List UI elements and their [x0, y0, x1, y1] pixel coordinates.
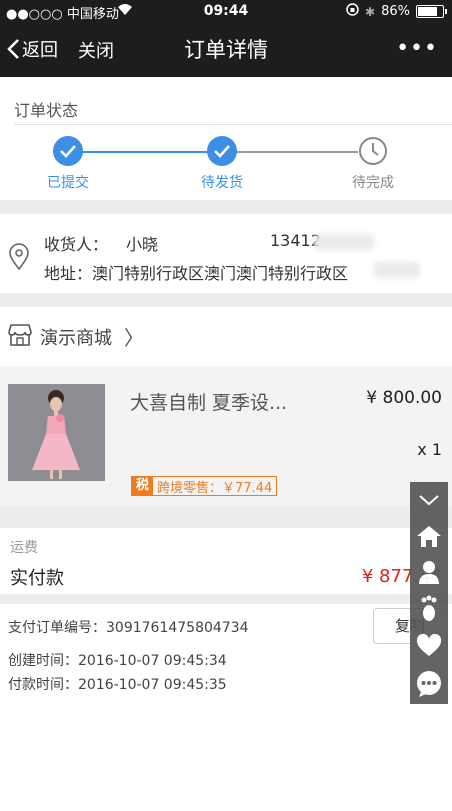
product-image[interactable] — [8, 384, 105, 481]
status-bar: ●●○○○ 中国移动 09:44 ✱ 86% — [0, 0, 452, 22]
step-label-submitted: 已提交 — [47, 175, 89, 191]
phone-redaction — [314, 234, 374, 250]
created-time: 创建时间：2016-10-07 09:45:34 — [8, 653, 227, 669]
product-name[interactable]: 大喜自制 夏季设... — [130, 388, 287, 415]
nav-bar: 返回 关闭 订单详情 ••• — [0, 22, 452, 77]
home-icon[interactable] — [410, 518, 448, 554]
chat-icon[interactable] — [410, 666, 448, 702]
user-icon[interactable] — [410, 554, 448, 590]
receiver-label: 收货人： — [44, 235, 109, 254]
store-icon — [6, 322, 34, 352]
battery-icon — [416, 5, 447, 18]
order-status-title: 订单状态 — [14, 101, 79, 120]
address-redaction — [374, 262, 420, 278]
step-label-awaiting-shipment: 待发货 — [201, 175, 243, 191]
section-gap — [0, 594, 452, 604]
progress-line-pending — [236, 151, 358, 153]
progress-line-done — [82, 151, 208, 153]
shop-name[interactable]: 演示商城 — [40, 324, 112, 350]
chevron-down-icon[interactable] — [410, 482, 448, 518]
page-title: 订单详情 — [184, 38, 268, 62]
location-pin-icon — [8, 243, 30, 275]
battery-percent: 86% — [381, 4, 410, 19]
tax-label: 税 — [132, 477, 154, 495]
heart-icon[interactable] — [410, 628, 448, 664]
section-gap — [0, 293, 452, 307]
paid-label: 实付款 — [10, 568, 64, 589]
step-label-pending: 待完成 — [352, 175, 394, 191]
floating-toolbar — [410, 482, 448, 704]
divider — [14, 124, 452, 125]
status-right: ✱ 86% — [346, 3, 447, 20]
step-awaiting-shipment-icon — [207, 136, 237, 166]
section-gap — [0, 200, 452, 214]
step-submitted-icon — [53, 136, 83, 166]
product-quantity: x 1 — [417, 440, 442, 459]
section-gap — [0, 506, 452, 528]
product-price: ¥ 800.00 — [366, 388, 442, 408]
lock-rotation-icon — [346, 3, 359, 20]
more-button[interactable]: ••• — [396, 36, 438, 61]
address-text: 地址：澳门特别行政区澳门澳门特别行政区 — [44, 264, 349, 283]
tax-amount: 跨境零售：￥77.44 — [157, 480, 273, 496]
tax-badge: 税 跨境零售：￥77.44 — [131, 476, 278, 496]
shipping-label: 运费 — [10, 540, 38, 556]
footprint-icon[interactable] — [410, 590, 448, 626]
receiver-name: 小晓 — [126, 235, 159, 254]
paid-time: 付款时间：2016-10-07 09:45:35 — [8, 677, 227, 693]
clock-icon — [358, 136, 388, 166]
bluetooth-icon: ✱ — [365, 4, 376, 19]
order-number: 支付订单编号：3091761475804734 — [8, 620, 249, 636]
chevron-right-icon[interactable]: 〉 — [124, 322, 144, 351]
